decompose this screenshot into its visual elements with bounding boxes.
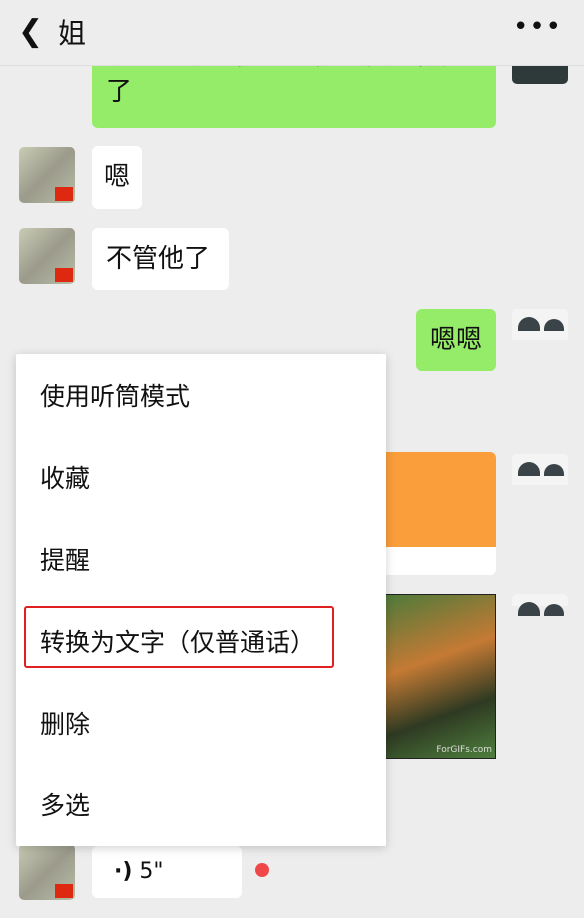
voice-message[interactable]: ·) 5" <box>92 846 242 898</box>
menu-item-earpiece-mode[interactable]: 使用听筒模式 <box>40 377 190 417</box>
image-watermark: ForGIFs.com <box>436 745 492 755</box>
voice-wave-icon: ·) <box>114 859 133 884</box>
contact-avatar[interactable] <box>19 844 75 900</box>
message-bubble[interactable]: 嗯 <box>92 146 143 209</box>
china-flag-icon <box>55 268 73 282</box>
china-flag-icon <box>55 187 73 201</box>
back-chevron-icon[interactable]: ❮ <box>18 14 43 49</box>
message-bubble[interactable]: 嗯嗯 <box>416 309 496 371</box>
menu-item-multi-select[interactable]: 多选 <box>40 786 90 826</box>
chat-title: 姐 <box>58 17 87 50</box>
menu-item-favorite[interactable]: 收藏 <box>40 459 90 499</box>
china-flag-icon <box>55 884 73 898</box>
menu-item-convert-to-text[interactable]: 转换为文字（仅普通话） <box>40 623 315 663</box>
message-text: 不管他了 <box>106 244 211 274</box>
menu-item-remind[interactable]: 提醒 <box>40 541 90 581</box>
more-dots-icon[interactable]: ••• <box>513 12 562 42</box>
voice-duration: 5" <box>139 859 164 884</box>
self-avatar[interactable] <box>512 309 568 365</box>
unread-dot <box>255 863 269 877</box>
self-avatar[interactable] <box>512 594 568 616</box>
message-text: 了 <box>106 77 133 107</box>
contact-avatar[interactable] <box>19 228 75 284</box>
contact-avatar[interactable] <box>19 147 75 203</box>
self-avatar[interactable] <box>512 454 568 510</box>
message-bubble[interactable]: 不管他了 <box>92 228 229 290</box>
context-menu: 使用听筒模式 收藏 提醒 转换为文字（仅普通话） 删除 多选 <box>16 354 386 846</box>
menu-item-delete[interactable]: 删除 <box>40 705 90 745</box>
message-text: 嗯嗯 <box>430 325 483 355</box>
chat-header: ❮ 姐 ••• <box>0 0 584 66</box>
message-text: 嗯 <box>104 162 131 192</box>
tiger-gif-image[interactable]: ForGIFs.com <box>385 594 496 759</box>
